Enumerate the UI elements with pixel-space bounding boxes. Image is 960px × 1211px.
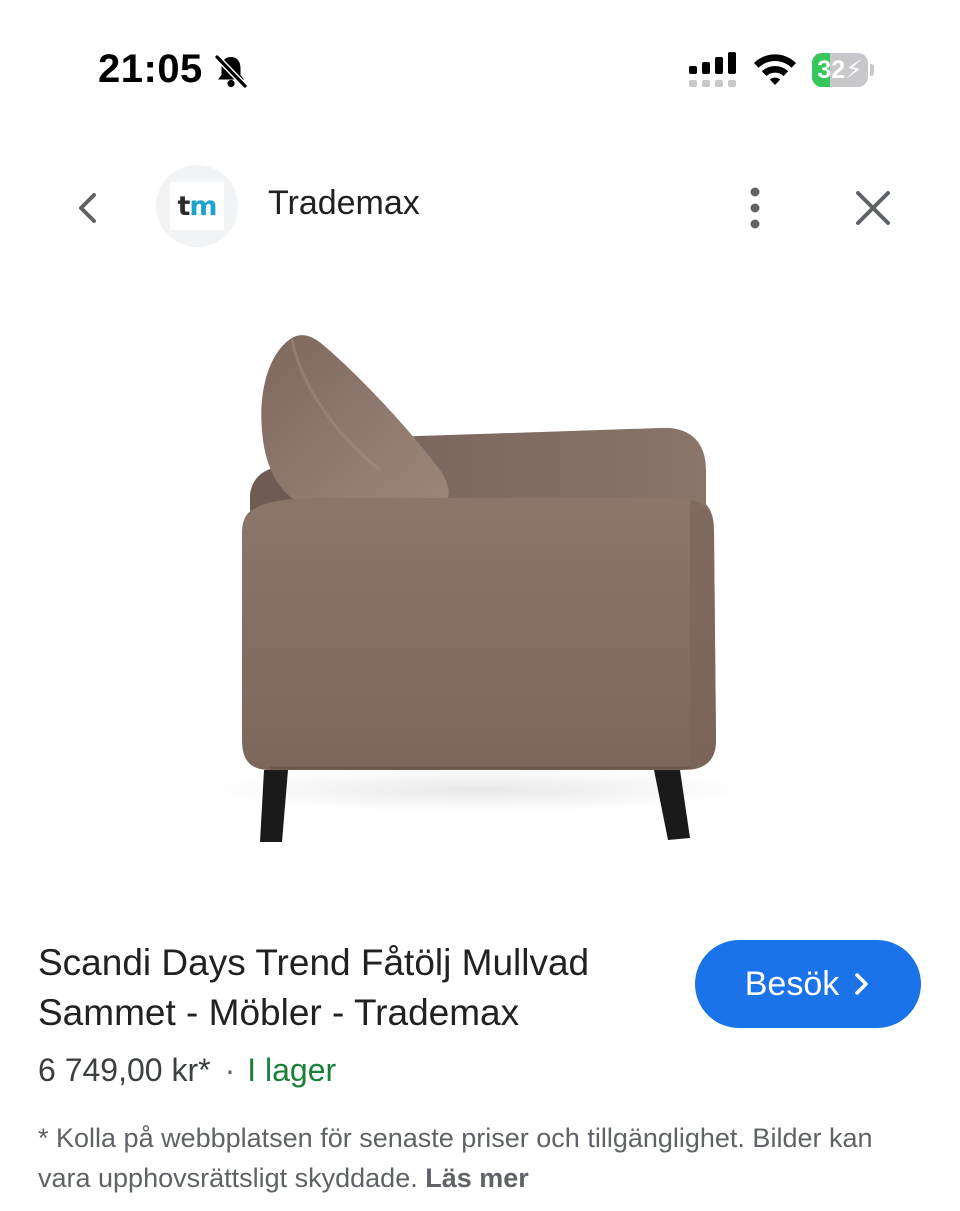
more-vert-icon[interactable] [734,182,776,234]
stock-status: I lager [247,1052,337,1088]
bell-slash-icon [214,54,248,89]
site-name[interactable]: Trademax [268,184,420,223]
product-title[interactable]: Scandi Days Trend Fåtölj Mullvad Sammet … [38,938,668,1038]
battery-percent: 32 [817,56,846,84]
trademax-logo: tm [170,182,224,230]
chevron-right-icon [855,973,869,995]
close-icon[interactable] [848,182,898,234]
charging-bolt-icon: ⚡︎ [845,56,863,84]
visit-button[interactable]: Besök [695,940,921,1028]
chevron-left-icon[interactable] [62,182,114,234]
read-more-link[interactable]: Läs mer [425,1163,529,1193]
wifi-icon [754,54,796,85]
preview-header: tm Trademax [0,160,960,256]
visit-button-label: Besök [744,964,840,1003]
product-preview-page: 21:05 32⚡︎ t m Trademax Scandi Days Tren… [0,0,960,1211]
status-time: 21:05 [98,47,203,91]
disclaimer: * Kolla på webbplatsen för senaste prise… [38,1118,918,1198]
separator-dot: · [224,1052,236,1088]
product-image[interactable] [0,300,960,880]
price-row: 6 749,00 kr* · I lager [38,1052,336,1089]
cellular-signal-icon [689,52,736,87]
product-price: 6 749,00 kr* [38,1052,211,1088]
site-logo[interactable]: tm [156,165,238,247]
battery-indicator: 32⚡︎ [812,53,874,87]
status-bar: 21:05 32⚡︎ [0,0,960,140]
